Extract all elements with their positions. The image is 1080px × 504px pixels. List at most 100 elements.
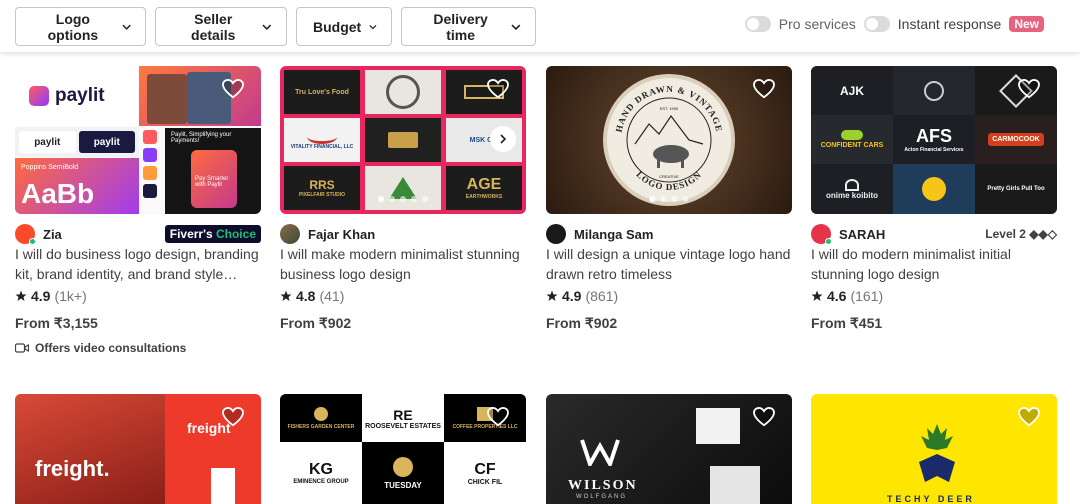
logo-tile: AGE EARTHWORKS [446, 166, 522, 210]
heart-icon[interactable] [487, 407, 509, 427]
heart-icon[interactable] [222, 79, 244, 99]
person-figure [147, 74, 187, 124]
gig-card[interactable]: Tru Love's Food VITALITY FINANCIAL, LLC … [280, 66, 526, 346]
seller-row: SARAH Level 2 ◆◆◇ [811, 224, 1057, 245]
paylit-logo-panel: paylit [15, 66, 138, 126]
logo-tile [893, 164, 975, 214]
gig-card[interactable]: HAND DRAWN & VINTAGE LOGO DESIGN EST. 19… [546, 66, 792, 346]
carousel-dots[interactable] [649, 196, 689, 202]
tile-text: Acton Financial Services [904, 147, 964, 153]
badge-text: Fiverr's [169, 227, 213, 241]
tile-text: CARMOCOOK [988, 133, 1044, 146]
tile-text: PIXELFAIR STUDIO [298, 192, 346, 198]
budget-filter[interactable]: Budget [296, 7, 392, 46]
app-mockup: Paylit, Simplifying your Payments! Pay S… [165, 128, 261, 214]
tile-text: onime koibito [826, 190, 878, 200]
seller-details-filter[interactable]: Seller details [155, 7, 287, 46]
gig-card[interactable]: WILSON WOLFGANG [546, 394, 792, 504]
tile-text: AGE [466, 176, 502, 193]
gig-card[interactable]: FISHERS GARDEN CENTER RE ROOSEVELT ESTATE… [280, 394, 526, 504]
budget-label: Budget [313, 18, 362, 35]
logo-tile: AFS Acton Financial Services [893, 115, 975, 164]
logo-variant-light: paylit [19, 131, 76, 153]
logo-variants: paylit paylit [15, 127, 139, 157]
instant-response-toggle[interactable] [863, 16, 890, 32]
font-name-text: Poppins SemiBold [21, 164, 79, 171]
rating: 4.9 (1k+) [15, 288, 87, 304]
logo-tile [365, 118, 441, 162]
heart-icon[interactable] [1018, 79, 1040, 99]
price: From ₹451 [811, 315, 883, 331]
tile-text: Pretty Girls Pull Too [987, 186, 1045, 192]
next-image-button[interactable] [490, 126, 516, 152]
review-count: (861) [585, 288, 619, 304]
gig-card[interactable]: TECHY DEER [811, 394, 1057, 504]
gig-title[interactable]: I will do modern minimalist initial stun… [811, 244, 1057, 284]
logo-tile: FISHERS GARDEN CENTER [280, 394, 362, 442]
tile-text: AJK [839, 83, 864, 98]
brand-text: TECHY DEER [887, 494, 975, 504]
review-count: (1k+) [54, 288, 87, 304]
tile-text: Tru Love's Food [295, 88, 349, 96]
carousel-dots[interactable] [378, 196, 428, 202]
logo-tile: CARMOCOOK [975, 115, 1057, 164]
seller-name[interactable]: Zia [43, 227, 165, 242]
gig-title[interactable]: I will design a unique vintage logo hand… [546, 244, 792, 284]
logo-tile: RRS PIXELFAIR STUDIO [284, 166, 360, 210]
rating-value: 4.6 [827, 288, 847, 304]
seller-name[interactable]: Milanga Sam [574, 227, 792, 242]
gig-title[interactable]: I will make modern minimalist stunning b… [280, 244, 526, 284]
type-sample-text: AaBb [21, 178, 95, 209]
avatar[interactable] [15, 224, 36, 245]
star-icon [811, 290, 823, 301]
avatar[interactable] [280, 224, 300, 244]
new-badge: New [1009, 16, 1044, 32]
promo-text: Paylit, Simplifying your Payments! [171, 132, 232, 144]
rating-value: 4.9 [31, 288, 51, 304]
heart-icon[interactable] [1018, 407, 1040, 427]
gig-title[interactable]: I will do business logo design, branding… [15, 244, 261, 284]
seller-name[interactable]: SARAH [839, 227, 985, 242]
bag-mockup [710, 466, 760, 504]
gig-card[interactable]: AJK CONFIDENT CARS AFS Acton Financial Se… [811, 66, 1057, 346]
price: From ₹3,155 [15, 315, 98, 331]
chevron-down-icon [511, 23, 521, 30]
gig-card[interactable]: paylit paylit paylit Poppins SemiBold Aa… [15, 66, 261, 366]
seller-details-label: Seller details [191, 10, 236, 43]
logo-options-filter[interactable]: Logo options [15, 7, 146, 46]
pro-services-toggle[interactable] [744, 16, 771, 32]
avatar[interactable] [811, 224, 832, 245]
tile-text: VITALITY FINANCIAL, LLC [290, 144, 354, 150]
logo-tile: Tru Love's Food [284, 70, 360, 114]
delivery-time-label: Delivery time [433, 10, 488, 43]
review-count: (161) [850, 288, 884, 304]
gig-card[interactable]: freight. freight [15, 394, 261, 504]
badge-accent-text: Choice [215, 227, 256, 241]
seller-level-badge: Level 2 ◆◆◇ [985, 227, 1057, 241]
brand-sub-text: WOLFGANG [576, 494, 628, 500]
rating-value: 4.8 [296, 288, 316, 304]
logo-tile [365, 166, 441, 210]
heart-icon[interactable] [753, 407, 775, 427]
service-toggles: Pro services Instant response New [744, 16, 1044, 32]
seller-name[interactable]: Fajar Khan [308, 227, 526, 242]
heart-icon[interactable] [487, 79, 509, 99]
tile-text: AFS [916, 126, 952, 146]
chevron-down-icon [262, 24, 272, 30]
instant-response-label: Instant response [897, 16, 1002, 32]
rating: 4.8 (41) [280, 288, 344, 304]
tile-text: CONFIDENT CARS [820, 142, 884, 149]
star-icon [546, 290, 558, 301]
heart-icon[interactable] [222, 407, 244, 427]
chevron-down-icon [122, 24, 131, 30]
heart-icon[interactable] [753, 79, 775, 99]
tile-text: EARTHWORKS [465, 194, 503, 200]
rating: 4.9 (861) [546, 288, 618, 304]
avatar[interactable] [546, 224, 566, 244]
rating-value: 4.9 [562, 288, 582, 304]
brand-text: paylit [55, 85, 105, 106]
tile-text: FISHERS GARDEN CENTER [287, 423, 355, 430]
delivery-time-filter[interactable]: Delivery time [401, 7, 536, 46]
video-camera-icon [15, 343, 29, 353]
logo-shape [211, 468, 235, 504]
